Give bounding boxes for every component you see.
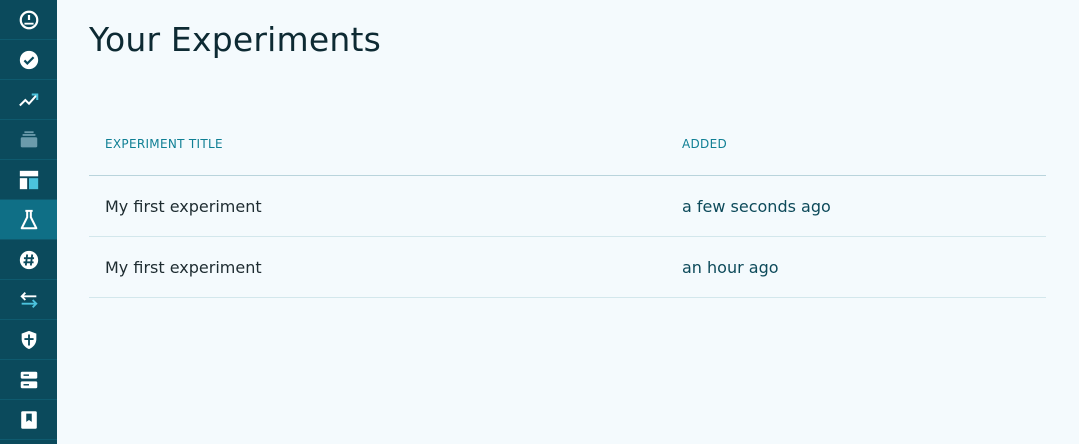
sidebar-item-layout[interactable] bbox=[0, 160, 57, 200]
sidebar-item-stack[interactable] bbox=[0, 120, 57, 160]
sidebar-item-checks[interactable] bbox=[0, 40, 57, 80]
speedometer-icon bbox=[19, 10, 38, 29]
stack-icon bbox=[20, 130, 37, 147]
swap-arrows-icon bbox=[19, 291, 38, 308]
experiment-title-cell[interactable]: My first experiment bbox=[89, 197, 682, 216]
server-icon bbox=[20, 371, 37, 388]
table-row[interactable]: My first experiment an hour ago bbox=[89, 237, 1046, 298]
sidebar-item-tags[interactable] bbox=[0, 240, 57, 280]
page-title: Your Experiments bbox=[89, 20, 381, 59]
hashtag-icon bbox=[19, 250, 38, 269]
table-row[interactable]: My first experiment a few seconds ago bbox=[89, 176, 1046, 237]
column-header-added[interactable]: Added bbox=[682, 137, 1046, 151]
sidebar-item-trends[interactable] bbox=[0, 80, 57, 120]
sidebar-item-dashboard[interactable] bbox=[0, 0, 57, 40]
table-header: Experiment Title Added bbox=[89, 112, 1046, 176]
sidebar-item-security[interactable] bbox=[0, 320, 57, 360]
sidebar-nav bbox=[0, 0, 57, 444]
experiment-added-cell: a few seconds ago bbox=[682, 196, 831, 216]
experiment-title-cell[interactable]: My first experiment bbox=[89, 258, 682, 277]
flask-icon bbox=[20, 209, 37, 229]
trending-up-icon bbox=[18, 92, 38, 106]
bookmark-icon bbox=[20, 410, 37, 429]
sidebar-item-swap[interactable] bbox=[0, 280, 57, 320]
experiments-table: Experiment Title Added My first experime… bbox=[89, 112, 1046, 298]
sidebar-item-servers[interactable] bbox=[0, 360, 57, 400]
layout-icon bbox=[19, 170, 38, 189]
main-content: Your Experiments Experiment Title Added … bbox=[89, 0, 1046, 298]
sidebar-item-experiments[interactable] bbox=[0, 200, 57, 240]
sidebar-item-docs[interactable] bbox=[0, 400, 57, 440]
column-header-title[interactable]: Experiment Title bbox=[89, 137, 682, 151]
shield-icon bbox=[21, 330, 36, 349]
experiment-added-cell: an hour ago bbox=[682, 257, 779, 277]
check-circle-icon bbox=[19, 50, 38, 69]
